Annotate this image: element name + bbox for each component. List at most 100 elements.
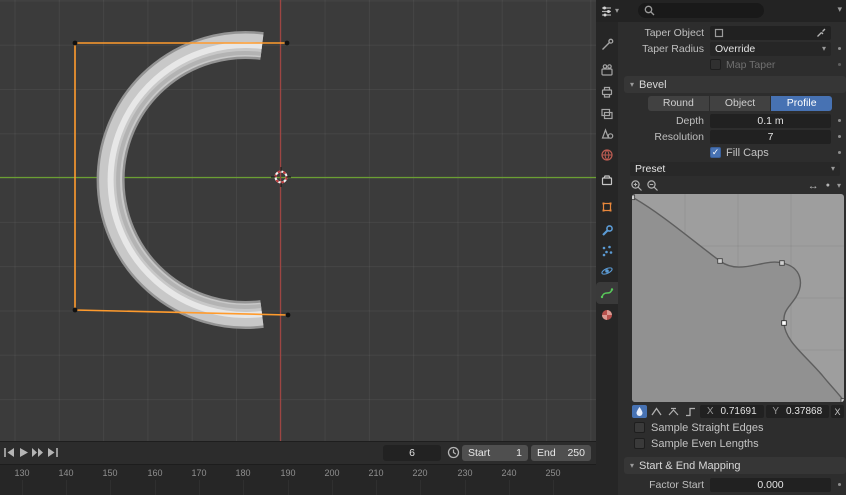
- timeline-editor[interactable]: 6 Start 1 End 250 130 140 150 160 170 18…: [0, 441, 596, 495]
- render-icon: [601, 64, 613, 76]
- animate-dot[interactable]: [838, 47, 841, 50]
- bevel-type-segmented: Round Object Profile: [648, 96, 832, 111]
- animate-dot[interactable]: [838, 151, 841, 154]
- handle-vector-icon[interactable]: [649, 405, 664, 418]
- animate-dot[interactable]: [838, 135, 841, 138]
- chevron-down-icon: ▾: [821, 43, 826, 53]
- sample-even-row: Sample Even Lengths: [634, 436, 846, 451]
- ruler-tick: 140: [58, 468, 74, 478]
- mapping-section-header[interactable]: ▾ Start & End Mapping: [624, 457, 846, 474]
- viewport-3d[interactable]: [0, 0, 596, 441]
- control-point[interactable]: [72, 40, 78, 46]
- zoom-out-icon[interactable]: [646, 179, 659, 192]
- profile-point-selected[interactable]: [781, 320, 787, 326]
- profile-point[interactable]: [632, 194, 636, 201]
- point-x-value: 0.71691: [720, 406, 757, 417]
- current-frame-field[interactable]: 6: [383, 445, 441, 461]
- tab-material[interactable]: [596, 304, 618, 326]
- ruler-gridline: [465, 480, 466, 495]
- control-point[interactable]: [285, 312, 291, 318]
- timeline-header: 6 Start 1 End 250: [0, 442, 596, 464]
- editor-type-button[interactable]: ▾: [599, 3, 627, 19]
- zoom-in-icon[interactable]: [630, 179, 643, 192]
- ruler-gridline: [110, 480, 111, 495]
- ruler-tick: 160: [147, 468, 163, 478]
- animate-dot[interactable]: [838, 483, 841, 486]
- taper-radius-dropdown[interactable]: Override ▾: [710, 41, 831, 56]
- play-icon[interactable]: [17, 447, 31, 459]
- tab-scene[interactable]: [596, 123, 618, 145]
- point-x-field[interactable]: X 0.71691: [700, 405, 764, 418]
- timeline-ruler[interactable]: 130 140 150 160 170 180 190 200 210 220 …: [0, 464, 596, 495]
- map-taper-checkbox[interactable]: [710, 59, 721, 70]
- properties-header: ▾ ▾: [596, 0, 846, 23]
- tab-tool[interactable]: [596, 34, 618, 56]
- tab-world[interactable]: [596, 144, 618, 166]
- preset-dropdown[interactable]: Preset ▾: [630, 161, 840, 176]
- tab-view-layer[interactable]: [596, 103, 618, 125]
- tab-object-data[interactable]: [596, 282, 618, 304]
- move-handles-icon[interactable]: ↔: [808, 180, 819, 192]
- chevron-down-icon[interactable]: ▾: [837, 181, 841, 190]
- point-x-label: X: [706, 406, 714, 417]
- tab-output[interactable]: [596, 81, 618, 103]
- search-field[interactable]: [638, 3, 764, 18]
- object-icon: [602, 202, 612, 212]
- jump-to-start-icon[interactable]: [3, 447, 17, 459]
- preset-row: Preset ▾: [618, 161, 846, 176]
- factor-start-field[interactable]: 0.000: [710, 477, 831, 492]
- point-y-field[interactable]: Y 0.37868: [765, 405, 829, 418]
- taper-object-field[interactable]: [710, 25, 831, 40]
- bevel-section-header[interactable]: ▾ Bevel: [624, 76, 846, 93]
- ruler-gridline: [66, 480, 67, 495]
- header-collapse-chevron[interactable]: ▾: [837, 4, 842, 15]
- frame-start-field[interactable]: Start 1: [462, 445, 528, 461]
- tab-collection[interactable]: [596, 169, 618, 191]
- tab-render[interactable]: [596, 59, 618, 81]
- bevel-tab-profile[interactable]: Profile: [771, 96, 832, 111]
- fill-caps-checkbox[interactable]: ✓: [710, 147, 721, 158]
- fast-forward-icon[interactable]: [31, 447, 45, 459]
- profile-point[interactable]: [717, 258, 723, 264]
- jump-to-end-icon[interactable]: [46, 447, 60, 459]
- delete-point-button[interactable]: X: [831, 405, 844, 418]
- depth-field[interactable]: 0.1 m: [710, 113, 831, 128]
- profile-point[interactable]: [840, 398, 844, 402]
- profile-curve-widget[interactable]: [632, 194, 844, 402]
- material-icon: [602, 310, 612, 320]
- sample-even-checkbox[interactable]: [634, 438, 645, 449]
- scene-icon: [601, 128, 614, 139]
- animate-dot[interactable]: [838, 119, 841, 122]
- eyedropper-icon[interactable]: [816, 27, 827, 38]
- control-point[interactable]: [72, 307, 78, 313]
- options-dot-icon[interactable]: ●: [826, 182, 830, 189]
- map-taper-row: Map Taper: [618, 57, 846, 72]
- ruler-gridline: [376, 480, 377, 495]
- search-input[interactable]: [659, 4, 758, 17]
- profile-point[interactable]: [779, 260, 785, 266]
- curve-object[interactable]: [96, 31, 264, 329]
- handle-corner-icon[interactable]: [683, 405, 698, 418]
- tab-physics[interactable]: [596, 260, 618, 282]
- sample-straight-checkbox[interactable]: [634, 422, 645, 433]
- search-icon: [644, 5, 655, 16]
- ruler-gridline: [22, 480, 23, 495]
- clock-icon[interactable]: [447, 446, 461, 459]
- tab-modifiers[interactable]: [596, 220, 618, 242]
- animate-dot[interactable]: [838, 63, 841, 66]
- bevel-tab-object[interactable]: Object: [709, 96, 771, 111]
- tab-particles[interactable]: [596, 240, 618, 262]
- taper-radius-row: Taper Radius Override ▾: [618, 41, 846, 56]
- curve-toolbar: ↔ ● ▾: [630, 178, 844, 193]
- sample-straight-label: Sample Straight Edges: [651, 421, 764, 434]
- frame-end-value: 250: [567, 447, 585, 459]
- handle-auto-icon[interactable]: [632, 405, 647, 418]
- taper-object-label: Taper Object: [644, 26, 704, 39]
- tab-object[interactable]: [596, 196, 618, 218]
- taper-radius-value: Override: [715, 42, 756, 55]
- bevel-tab-round[interactable]: Round: [648, 96, 709, 111]
- frame-end-field[interactable]: End 250: [531, 445, 591, 461]
- control-point[interactable]: [284, 40, 290, 46]
- resolution-field[interactable]: 7: [710, 129, 831, 144]
- handle-free-icon[interactable]: [666, 405, 681, 418]
